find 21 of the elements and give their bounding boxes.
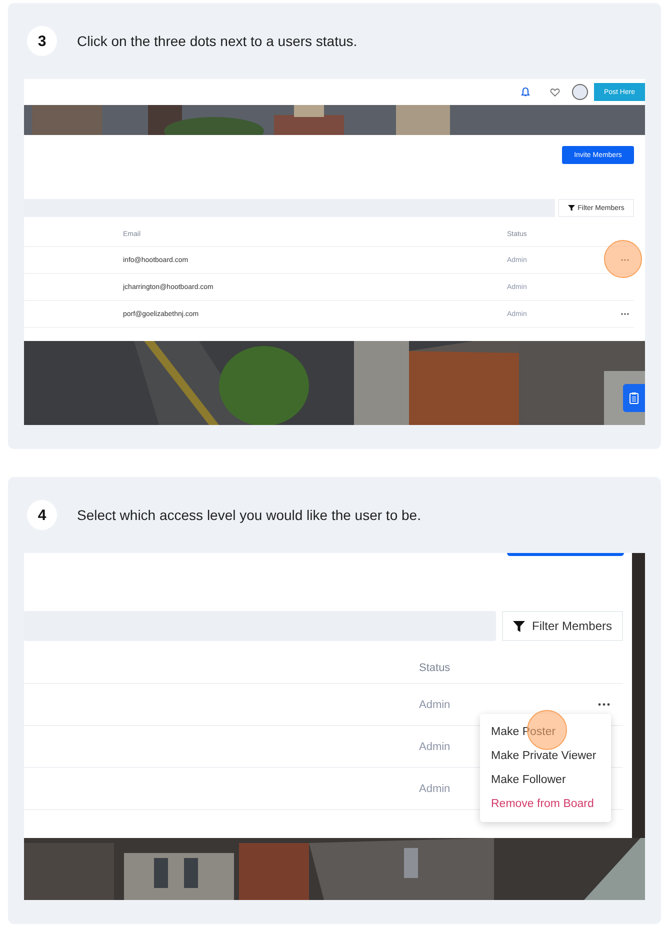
menu-item[interactable]: Remove from Board [491, 798, 594, 810]
clipboard-button[interactable] [623, 384, 645, 412]
status-cell-text: Admin [419, 698, 452, 710]
heart-icon[interactable] [550, 88, 560, 96]
status-cell-text: Admin [419, 740, 452, 752]
step-number: 4 [27, 500, 57, 530]
more-icon[interactable] [598, 703, 610, 706]
bell-icon[interactable] [521, 87, 530, 97]
column-header: Status [419, 662, 452, 674]
avatar-icon[interactable] [572, 84, 588, 100]
step-number: 3 [27, 26, 57, 56]
clipboard-icon [629, 392, 639, 404]
step-instruction: Select which access level you would like the user to be. [77, 507, 421, 523]
filter-icon [512, 620, 525, 632]
menu-item[interactable]: Make Poster [491, 726, 556, 738]
step-instruction: Click on the three dots next to a users status. [77, 33, 358, 49]
filter-icon [568, 205, 575, 211]
status-cell-text: Admin [419, 782, 452, 794]
filter-members-button[interactable]: Filter Members [502, 611, 623, 641]
menu-item[interactable]: Make Follower [491, 774, 566, 786]
menu-item[interactable]: Make Private Viewer [491, 750, 596, 762]
